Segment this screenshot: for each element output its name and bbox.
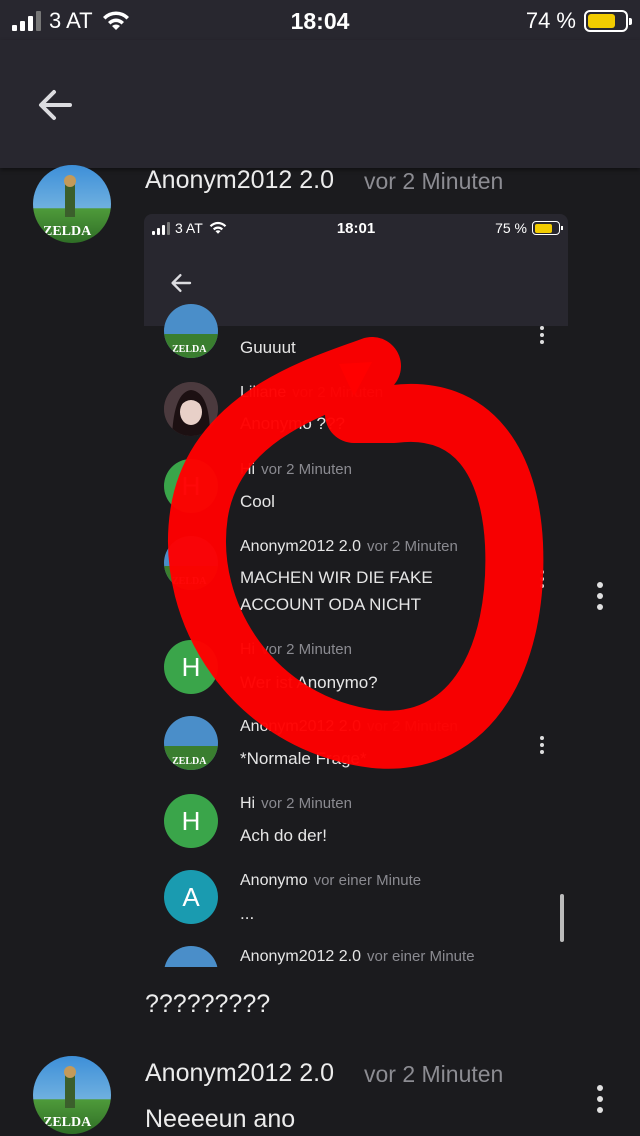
message-text: MACHEN WIR DIE FAKE ACCOUNT ODA NICHT [240, 568, 433, 614]
arrow-left-icon[interactable] [30, 80, 80, 130]
post-time: vor 2 Minuten [364, 1061, 504, 1087]
more-options-icon [539, 326, 545, 344]
app-bar [0, 40, 640, 168]
message-text: Cool [240, 492, 275, 511]
zelda-avatar: ZELDA [164, 536, 218, 590]
embedded-screenshot[interactable]: 3 AT 18:01 75 % ZELDA Guuuut Liliane vor … [144, 214, 568, 967]
message-author: Hi [240, 795, 256, 812]
message-time: vor 2 Minuten [292, 384, 384, 401]
message-text: *Normale Frage* [240, 749, 367, 768]
message-time: vor 2 Minuten [366, 538, 458, 555]
svg-text:ZELDA: ZELDA [172, 344, 207, 355]
battery-icon [584, 10, 632, 32]
arrow-left-icon [171, 274, 192, 292]
embedded-status-bar: 3 AT 18:01 75 % [144, 214, 568, 242]
post-author[interactable]: Anonym2012 2.0 [145, 1059, 334, 1088]
message-author: Anonym2012 2.0 [240, 948, 361, 965]
message-author: Liliane [240, 384, 287, 401]
avatar-a: A [164, 870, 218, 924]
message-text: Anonymo ??? [240, 414, 345, 433]
zelda-avatar[interactable]: ZELDA [33, 1056, 111, 1134]
message-time: vor 2 Minuten [261, 641, 352, 658]
message-time: vor 2 Minuten [366, 718, 458, 735]
zelda-avatar [164, 946, 218, 967]
message-text: Guuuut [240, 338, 296, 357]
post-time: vor 2 Minuten [364, 168, 504, 194]
svg-text:ZELDA: ZELDA [172, 756, 207, 767]
svg-text:ZELDA: ZELDA [172, 576, 207, 587]
message-time: vor 2 Minuten [261, 795, 352, 812]
message-time: vor einer Minute [313, 872, 422, 889]
battery-icon [532, 221, 563, 235]
message-author: Hi [240, 461, 256, 478]
post-text: Neeeeun ano [145, 1105, 296, 1133]
message-text: ... [240, 904, 255, 923]
message-author: Anonym2012 2.0 [240, 718, 361, 735]
zelda-avatar: ZELDA [164, 304, 218, 358]
avatar-h: H [164, 794, 218, 848]
post-author[interactable]: Anonym2012 2.0 [145, 166, 334, 195]
message-text: Wer ist Anonymo? [240, 673, 378, 692]
more-options-icon[interactable] [595, 1085, 605, 1113]
svg-text:ZELDA: ZELDA [43, 1115, 92, 1130]
avatar-h: H [164, 459, 218, 513]
message-time: vor einer Minute [366, 948, 475, 965]
message-text: Ach do der! [240, 826, 327, 845]
more-options-icon [539, 736, 545, 754]
avatar-h: H [164, 640, 218, 694]
more-options-icon[interactable] [595, 582, 605, 610]
scrollbar-thumb [560, 894, 564, 942]
embedded-battery-percent: 75 % [495, 220, 527, 236]
anime-avatar [164, 382, 218, 436]
status-bar: 3 AT 18:04 74 % [0, 0, 640, 40]
more-options-icon [539, 570, 545, 588]
battery-percent: 74 % [525, 8, 576, 33]
post-text: ????????? [145, 990, 271, 1018]
battery-level [588, 14, 615, 28]
svg-text:ZELDA: ZELDA [43, 224, 92, 239]
message-time: vor 2 Minuten [261, 461, 352, 478]
status-right: 74 % [525, 8, 632, 34]
zelda-avatar: ZELDA [164, 716, 218, 770]
zelda-avatar[interactable]: ZELDA [33, 165, 111, 243]
message-author: Hi [240, 641, 256, 658]
message-author: Anonym2012 2.0 [240, 538, 361, 555]
message-author: Anonymo [240, 872, 308, 889]
